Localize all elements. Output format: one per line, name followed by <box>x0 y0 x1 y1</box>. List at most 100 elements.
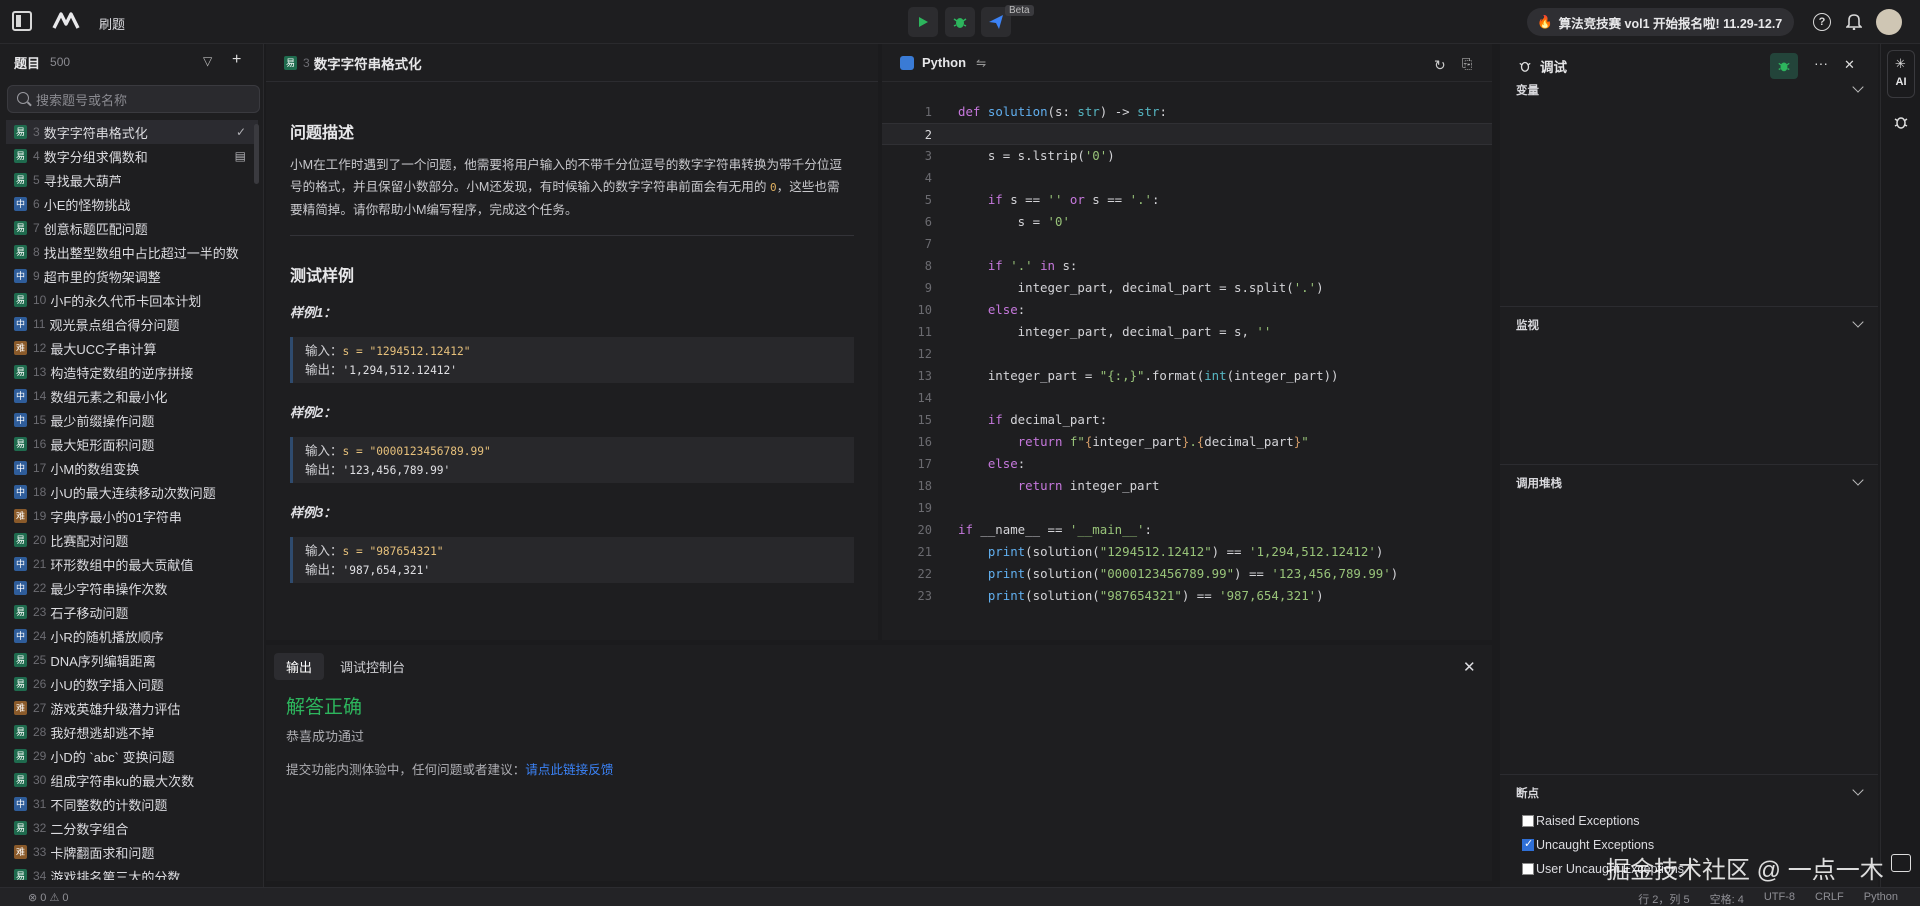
problem-list-item[interactable]: 易 8 找出整型数组中占比超过一半的数 <box>6 240 258 264</box>
code-line[interactable]: 16 return f"{integer_part}.{decimal_part… <box>882 431 1492 453</box>
problem-list-item[interactable]: 易 30 组成字符串ku的最大次数 <box>6 768 258 792</box>
encoding[interactable]: UTF-8 <box>1764 891 1795 906</box>
checkbox[interactable] <box>1522 863 1534 875</box>
code-line[interactable]: 15 if decimal_part: <box>882 409 1492 431</box>
variables-section[interactable]: 变量 <box>1516 82 1539 98</box>
problem-list-item[interactable]: 中 22 最少字符串操作次数 <box>6 576 258 600</box>
problem-list-item[interactable]: 难 33 卡牌翻面求和问题 <box>6 840 258 864</box>
problems-status[interactable]: ⊗ 0 ⚠ 0 <box>28 891 68 904</box>
problem-list-item[interactable]: 中 17 小M的数组变换 <box>6 456 258 480</box>
code-line[interactable]: 2 <box>882 123 1492 145</box>
code-line[interactable]: 20 if __name__ == '__main__': <box>882 519 1492 541</box>
code-line[interactable]: 17 else: <box>882 453 1492 475</box>
problem-list-item[interactable]: 中 31 不同整数的计数问题 <box>6 792 258 816</box>
tab-output[interactable]: 输出 <box>274 653 325 680</box>
problem-list-item[interactable]: 易 5 寻找最大葫芦 <box>6 168 258 192</box>
promo-banner[interactable]: 🔥 算法竞技赛 vol1 开始报名啦! 11.29-12.7 <box>1527 8 1794 36</box>
line-ending[interactable]: CRLF <box>1815 891 1844 906</box>
language-selector[interactable]: Python <box>922 55 966 70</box>
code-line[interactable]: 14 <box>882 387 1492 409</box>
code-line[interactable]: 23 print(solution("987654321") == '987,6… <box>882 585 1492 607</box>
checkbox[interactable] <box>1522 815 1534 827</box>
problem-list-item[interactable]: 中 11 观光景点组合得分问题 <box>6 312 258 336</box>
sidebar-scrollbar[interactable] <box>254 124 259 184</box>
chevron-down-icon[interactable] <box>1852 316 1864 328</box>
code-line[interactable]: 3 s = s.lstrip('0') <box>882 145 1492 167</box>
code-line[interactable]: 10 else: <box>882 299 1492 321</box>
help-icon[interactable]: ? <box>1813 13 1831 31</box>
problem-list-item[interactable]: 易 10 小F的永久代币卡回本计划 <box>6 288 258 312</box>
breakpoint-raised[interactable]: Raised Exceptions <box>1522 814 1640 828</box>
code-line[interactable]: 1 def solution(s: str) -> str: <box>882 101 1492 123</box>
code-line[interactable]: 5 if s == '' or s == '.': <box>882 189 1492 211</box>
debug-rail-icon[interactable] <box>1893 114 1909 133</box>
chat-icon[interactable] <box>1891 854 1911 872</box>
reset-icon[interactable]: ↻ <box>1434 57 1446 74</box>
problem-list-item[interactable]: 中 9 超市里的货物架调整 <box>6 264 258 288</box>
code-line[interactable]: 6 s = '0' <box>882 211 1492 233</box>
nav-label[interactable]: 刷题 <box>99 14 125 33</box>
problem-list-item[interactable]: 中 15 最少前缀操作问题 <box>6 408 258 432</box>
logo-icon[interactable] <box>52 10 82 32</box>
problem-list-item[interactable]: 易 13 构造特定数组的逆序拼接 <box>6 360 258 384</box>
code-line[interactable]: 7 <box>882 233 1492 255</box>
chevron-down-icon[interactable] <box>1852 784 1864 796</box>
problem-list-item[interactable]: 易 20 比赛配对问题 <box>6 528 258 552</box>
format-icon[interactable]: ⎘ <box>1462 56 1472 72</box>
close-output-icon[interactable]: ✕ <box>1463 658 1476 676</box>
problem-list-item[interactable]: 易 23 石子移动问题 <box>6 600 258 624</box>
search-input[interactable]: 搜索题号或名称 <box>7 85 260 113</box>
debug-button[interactable] <box>945 7 975 37</box>
sidebar-toggle-icon[interactable] <box>12 11 32 31</box>
problem-list-item[interactable]: 易 26 小U的数字插入问题 <box>6 672 258 696</box>
problem-list-item[interactable]: 易 29 小D的 `abc` 变换问题 <box>6 744 258 768</box>
problem-list-item[interactable]: 难 19 字典序最小的01字符串 <box>6 504 258 528</box>
code-line[interactable]: 8 if '.' in s: <box>882 255 1492 277</box>
problem-list-item[interactable]: 易 3 数字字符串格式化 ✓ <box>6 120 258 144</box>
chevron-down-icon[interactable] <box>1852 474 1864 486</box>
checkbox-checked[interactable] <box>1522 837 1534 851</box>
switch-icon[interactable]: ⇋ <box>976 56 986 70</box>
code-line[interactable]: 21 print(solution("1294512.12412") == '1… <box>882 541 1492 563</box>
code-line[interactable]: 9 integer_part, decimal_part = s.split('… <box>882 277 1492 299</box>
avatar[interactable] <box>1876 9 1902 35</box>
code-area[interactable]: 1 def solution(s: str) -> str: 2 3 s = s.ls… <box>882 101 1492 611</box>
problem-list-item[interactable]: 难 12 最大UCC子串计算 <box>6 336 258 360</box>
filter-icon[interactable]: ▽ <box>203 54 212 68</box>
watch-section[interactable]: 监视 <box>1516 317 1539 333</box>
problem-list-item[interactable]: 易 32 二分数字组合 <box>6 816 258 840</box>
problem-list-item[interactable]: 中 14 数组元素之和最小化 <box>6 384 258 408</box>
code-line[interactable]: 12 <box>882 343 1492 365</box>
problem-list-item[interactable]: 易 25 DNA序列编辑距离 <box>6 648 258 672</box>
problem-list-item[interactable]: 中 18 小U的最大连续移动次数问题 <box>6 480 258 504</box>
problem-list-item[interactable]: 易 28 我好想逃却逃不掉 <box>6 720 258 744</box>
feedback-link[interactable]: 请点此链接反馈 <box>525 763 613 777</box>
ai-button[interactable]: ✳ AI <box>1887 50 1915 98</box>
more-icon[interactable]: ··· <box>1814 55 1828 71</box>
problem-list-item[interactable]: 中 6 小E的怪物挑战 <box>6 192 258 216</box>
language-mode[interactable]: Python <box>1864 891 1898 906</box>
problem-list-item[interactable]: 易 34 游戏排名第三大的分数 <box>6 864 258 880</box>
close-debug-icon[interactable]: ✕ <box>1844 57 1855 73</box>
code-line[interactable]: 11 integer_part, decimal_part = s, '' <box>882 321 1492 343</box>
problem-list-item[interactable]: 易 4 数字分组求偶数和 ▤ <box>6 144 258 168</box>
problem-list-item[interactable]: 中 21 环形数组中的最大贡献值 <box>6 552 258 576</box>
run-button[interactable] <box>908 7 938 37</box>
debug-run-button[interactable] <box>1770 53 1798 79</box>
add-icon[interactable]: + <box>232 51 241 69</box>
problem-list-item[interactable]: 难 27 游戏英雄升级潜力评估 <box>6 696 258 720</box>
code-line[interactable]: 4 <box>882 167 1492 189</box>
call-stack-section[interactable]: 调用堆栈 <box>1516 475 1562 491</box>
indentation[interactable]: 空格: 4 <box>1710 891 1744 906</box>
problem-list-item[interactable]: 易 16 最大矩形面积问题 <box>6 432 258 456</box>
problem-list-item[interactable]: 中 24 小R的随机播放顺序 <box>6 624 258 648</box>
tab-debug-console[interactable]: 调试控制台 <box>328 653 417 680</box>
code-line[interactable]: 22 print(solution("0000123456789.99") ==… <box>882 563 1492 585</box>
cursor-position[interactable]: 行 2，列 5 <box>1638 891 1689 906</box>
problem-list-item[interactable]: 易 7 创意标题匹配问题 <box>6 216 258 240</box>
bell-icon[interactable] <box>1846 12 1862 30</box>
breakpoints-section[interactable]: 断点 <box>1516 785 1539 801</box>
code-line[interactable]: 18 return integer_part <box>882 475 1492 497</box>
code-line[interactable]: 13 integer_part = "{:,}".format(int(inte… <box>882 365 1492 387</box>
code-line[interactable]: 19 <box>882 497 1492 519</box>
